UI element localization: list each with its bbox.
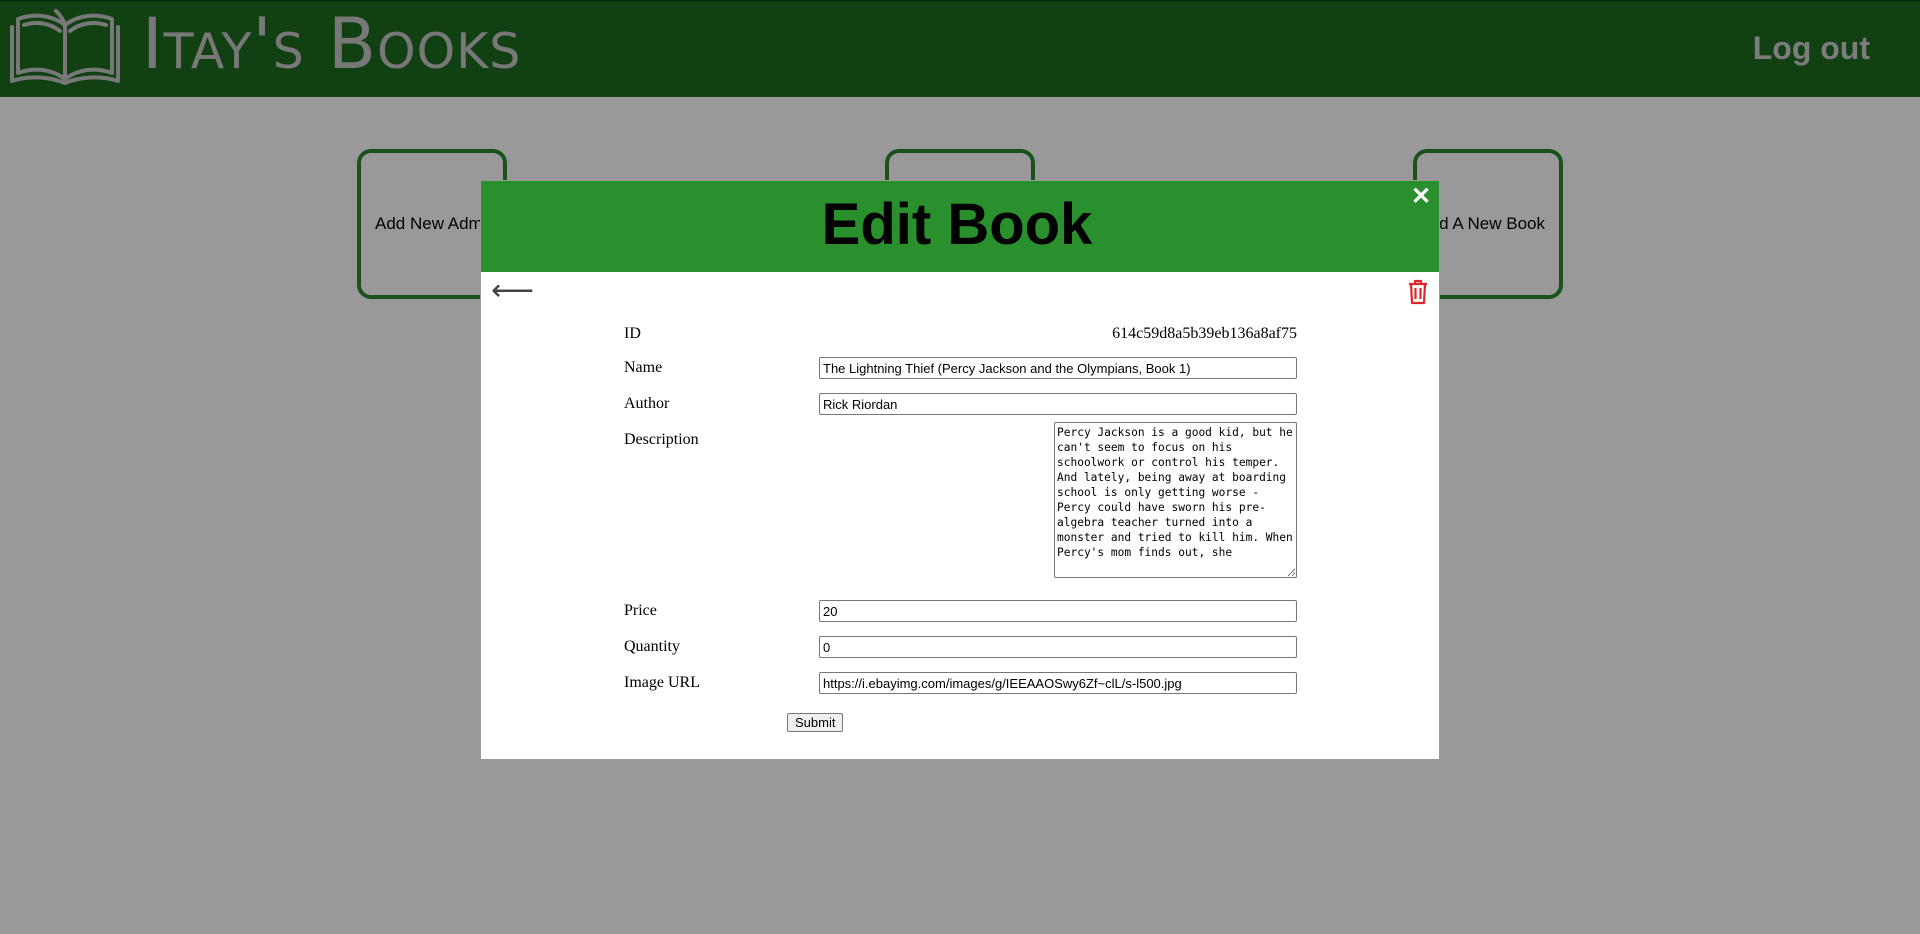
trash-icon[interactable]: [1407, 279, 1429, 305]
description-textarea[interactable]: Percy Jackson is a good kid, but he can'…: [1054, 422, 1297, 578]
id-value: 614c59d8a5b39eb136a8af75: [1112, 325, 1297, 342]
id-label: ID: [624, 325, 641, 342]
name-input[interactable]: [819, 357, 1297, 379]
description-label: Description: [624, 431, 699, 448]
back-arrow-icon[interactable]: ⟵: [491, 276, 534, 306]
author-label: Author: [624, 395, 670, 412]
quantity-label: Quantity: [624, 638, 680, 655]
edit-book-modal: Edit Book ✕ ⟵ ID 614c59d8a5b39eb136a8af7…: [480, 180, 1440, 760]
modal-header: Edit Book ✕: [481, 181, 1439, 272]
price-label: Price: [624, 602, 657, 619]
image-url-input[interactable]: [819, 672, 1297, 694]
submit-wrapper: Submit: [787, 713, 844, 732]
price-input[interactable]: [819, 600, 1297, 622]
author-input[interactable]: [819, 393, 1297, 415]
name-label: Name: [624, 359, 663, 376]
modal-title: Edit Book: [821, 192, 1093, 257]
close-icon[interactable]: ✕: [1409, 185, 1433, 209]
submit-button[interactable]: Submit: [787, 713, 844, 732]
quantity-input[interactable]: [819, 636, 1297, 658]
image-url-label: Image URL: [624, 674, 700, 691]
